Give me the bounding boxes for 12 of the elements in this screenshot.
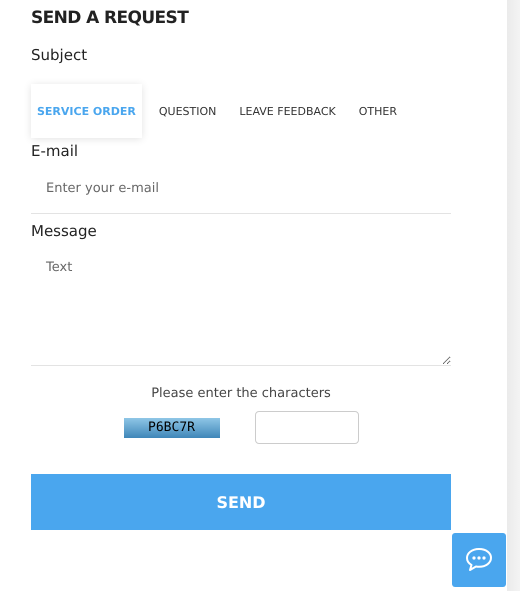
form-title: SEND A REQUEST bbox=[31, 8, 190, 30]
chat-icon bbox=[464, 547, 494, 573]
message-label: Message bbox=[31, 222, 98, 242]
chat-button[interactable] bbox=[452, 533, 506, 587]
email-label: E-mail bbox=[31, 142, 80, 162]
captcha-field[interactable] bbox=[254, 411, 358, 444]
subject-tab[interactable]: QUESTION bbox=[152, 84, 222, 138]
subject-tab[interactable]: LEAVE FEEDBACK bbox=[233, 84, 342, 138]
captcha-prompt: Please enter the characters bbox=[150, 386, 332, 401]
subject-label: Subject bbox=[31, 46, 88, 66]
captcha-image: P6BC7R bbox=[124, 418, 220, 438]
subject-tab[interactable]: OTHER bbox=[352, 84, 403, 138]
